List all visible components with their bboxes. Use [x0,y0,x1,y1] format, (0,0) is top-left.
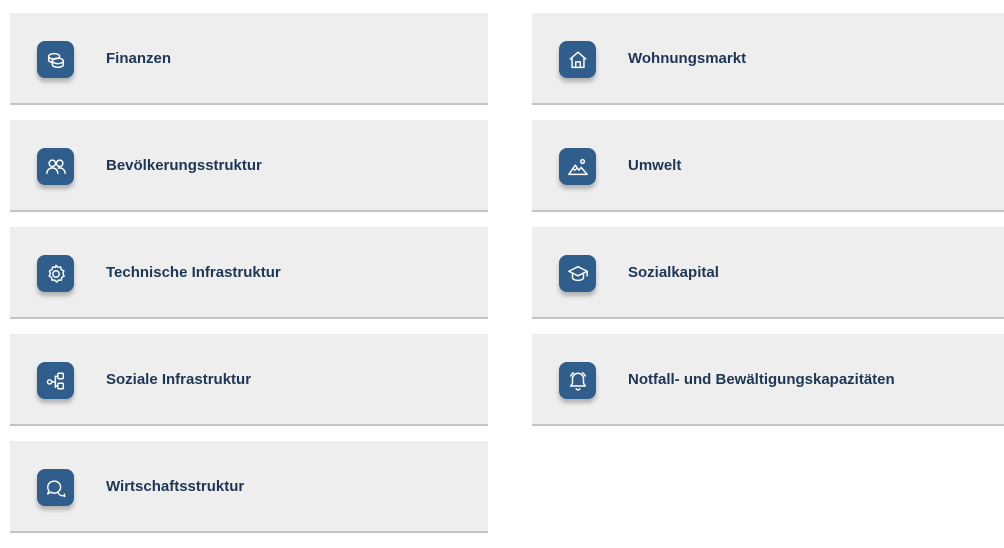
gear-icon [37,255,74,292]
category-label: Bevölkerungsstruktur [106,157,262,174]
coins-icon [37,41,74,78]
house-icon [559,41,596,78]
category-tile-sozialkapital[interactable]: Sozialkapital [532,227,1004,319]
category-tile-technische-infrastruktur[interactable]: Technische Infrastruktur [10,227,488,319]
landscape-icon [559,148,596,185]
category-label: Wirtschaftsstruktur [106,478,245,495]
category-column-right: Wohnungsmarkt Umwelt Sozialkapital Notfa… [532,13,1004,441]
category-tile-notfall[interactable]: Notfall- und Bewältigungskapazitäten [532,334,1004,426]
chat-icon [37,469,74,506]
category-tile-bevoelkerungsstruktur[interactable]: Bevölkerungsstruktur [10,120,488,212]
category-tile-umwelt[interactable]: Umwelt [532,120,1004,212]
category-label: Finanzen [106,50,172,67]
category-tile-soziale-infrastruktur[interactable]: Soziale Infrastruktur [10,334,488,426]
category-label: Sozialkapital [628,264,719,281]
category-label: Notfall- und Bewältigungskapazitäten [628,371,895,388]
category-label: Soziale Infrastruktur [106,371,252,388]
category-label: Umwelt [628,157,682,174]
category-tile-wirtschaftsstruktur[interactable]: Wirtschaftsstruktur [10,441,488,533]
people-icon [37,148,74,185]
category-label: Wohnungsmarkt [628,50,747,67]
bell-icon [559,362,596,399]
category-label: Technische Infrastruktur [106,264,281,281]
graduation-cap-icon [559,255,596,292]
category-tile-finanzen[interactable]: Finanzen [10,13,488,105]
category-column-left: Finanzen Bevölkerungsstruktur Technische… [10,13,488,548]
category-tile-wohnungsmarkt[interactable]: Wohnungsmarkt [532,13,1004,105]
network-icon [37,362,74,399]
